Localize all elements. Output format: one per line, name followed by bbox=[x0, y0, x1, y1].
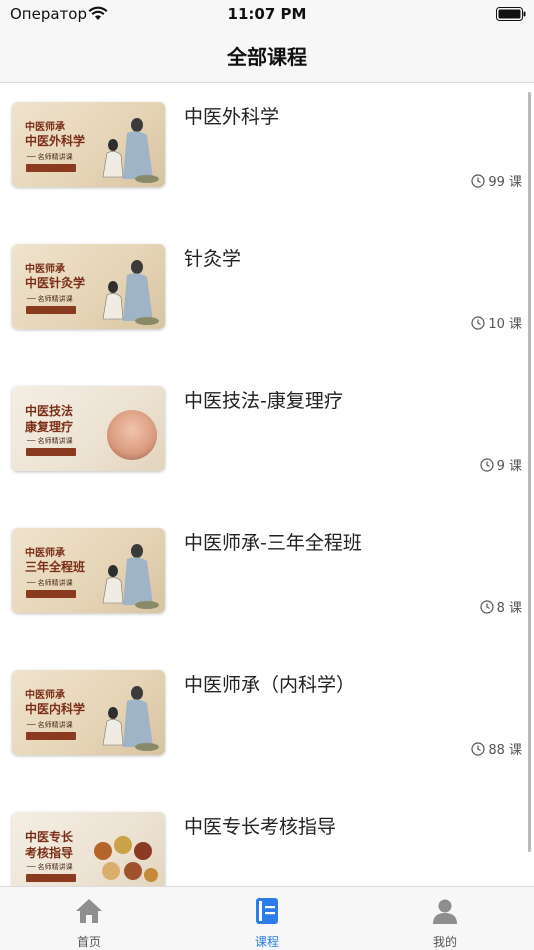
course-title: 中医师承-三年全程班 bbox=[184, 532, 362, 554]
tab-courses[interactable]: 课程 bbox=[178, 887, 356, 950]
scrollbar[interactable] bbox=[528, 92, 531, 852]
lesson-count: 9 课 bbox=[479, 455, 522, 474]
home-icon bbox=[76, 899, 102, 923]
course-thumbnail: 中医师承 中医外科学 ── 名师精讲课 bbox=[12, 102, 165, 187]
thumbnail-line1: 中医师承 bbox=[25, 122, 65, 133]
course-title: 针灸学 bbox=[184, 248, 242, 270]
thumbnail-subtitle: ── 名师精讲课 bbox=[27, 721, 73, 729]
status-bar: Оператор 11:07 PM bbox=[0, 0, 534, 30]
tab-label: 首页 bbox=[76, 935, 101, 949]
therapy-photo bbox=[107, 410, 157, 460]
course-item[interactable]: 中医技法 康复理疗 ── 名师精讲课 中医技法-康复理疗 9 课 bbox=[0, 368, 534, 510]
course-list[interactable]: 中医师承 中医外科学 ── 名师精讲课 中医外科学 99 课 中医师承 中医针灸… bbox=[0, 84, 534, 886]
lesson-count-text: 99 课 bbox=[488, 175, 522, 190]
lesson-count-text: 9 课 bbox=[496, 459, 522, 474]
battery-icon bbox=[496, 7, 526, 21]
page-title: 全部课程 bbox=[227, 45, 307, 69]
course-title: 中医技法-康复理疗 bbox=[184, 390, 343, 412]
lesson-count-text: 8 课 bbox=[496, 601, 522, 616]
tab-label: 我的 bbox=[432, 935, 457, 949]
course-item[interactable]: 中医师承 中医针灸学 ── 名师精讲课 针灸学 10 课 bbox=[0, 226, 534, 368]
physician-illustration bbox=[102, 544, 159, 609]
status-time: 11:07 PM bbox=[227, 5, 307, 23]
thumbnail-tag bbox=[26, 164, 76, 172]
course-item[interactable]: 中医专长 考核指导 ── 名师精讲课 中医专长考核指导 bbox=[0, 794, 534, 886]
course-title: 中医师承（内科学） bbox=[184, 674, 356, 696]
thumbnail-subtitle: ── 名师精讲课 bbox=[27, 295, 73, 303]
lesson-count: 10 课 bbox=[471, 313, 522, 332]
thumbnail-subtitle: ── 名师精讲课 bbox=[27, 153, 73, 161]
course-thumbnail: 中医师承 三年全程班 ── 名师精讲课 bbox=[12, 528, 165, 613]
physician-illustration bbox=[102, 260, 159, 325]
course-item[interactable]: 中医师承 三年全程班 ── 名师精讲课 中医师承-三年全程班 8 课 bbox=[0, 510, 534, 652]
thumbnail-line1: 中医专长 bbox=[25, 830, 74, 844]
tab-label: 课程 bbox=[254, 935, 279, 949]
thumbnail-line2: 考核指导 bbox=[25, 846, 74, 860]
herbs-illustration bbox=[94, 836, 158, 882]
thumbnail-tag bbox=[26, 732, 76, 740]
lesson-count: 99 课 bbox=[471, 171, 522, 190]
thumbnail-subtitle: ── 名师精讲课 bbox=[27, 437, 73, 445]
thumbnail-line2: 中医外科学 bbox=[25, 134, 86, 148]
clock-icon bbox=[471, 741, 485, 756]
course-item[interactable]: 中医师承 中医外科学 ── 名师精讲课 中医外科学 99 课 bbox=[0, 84, 534, 226]
thumbnail-line1: 中医师承 bbox=[25, 690, 65, 701]
thumbnail-subtitle: ── 名师精讲课 bbox=[27, 579, 73, 587]
physician-illustration bbox=[102, 118, 159, 183]
book-icon bbox=[256, 898, 278, 924]
clock-icon bbox=[479, 457, 494, 472]
thumbnail-line2: 康复理疗 bbox=[25, 420, 74, 434]
course-thumbnail: 中医技法 康复理疗 ── 名师精讲课 bbox=[12, 386, 165, 471]
lesson-count-text: 10 课 bbox=[488, 317, 522, 332]
thumbnail-subtitle: ── 名师精讲课 bbox=[27, 863, 73, 871]
lesson-count: 88 课 bbox=[471, 739, 522, 758]
physician-illustration bbox=[102, 686, 159, 751]
thumbnail-line2: 三年全程班 bbox=[25, 560, 86, 574]
course-title: 中医外科学 bbox=[184, 106, 280, 128]
course-thumbnail: 中医师承 中医针灸学 ── 名师精讲课 bbox=[12, 244, 165, 329]
thumbnail-tag bbox=[26, 448, 76, 456]
thumbnail-line1: 中医师承 bbox=[25, 548, 65, 559]
thumbnail-line1: 中医师承 bbox=[25, 264, 65, 275]
thumbnail-line1: 中医技法 bbox=[25, 404, 74, 418]
course-thumbnail: 中医专长 考核指导 ── 名师精讲课 bbox=[12, 812, 165, 886]
tab-home[interactable]: 首页 bbox=[0, 887, 178, 950]
user-icon bbox=[433, 899, 457, 924]
clock-icon bbox=[471, 315, 485, 330]
course-item[interactable]: 中医师承 中医内科学 ── 名师精讲课 中医师承（内科学） 88 课 bbox=[0, 652, 534, 794]
tab-mine[interactable]: 我的 bbox=[356, 887, 534, 950]
course-thumbnail: 中医师承 中医内科学 ── 名师精讲课 bbox=[12, 670, 165, 755]
clock-icon bbox=[479, 599, 494, 614]
thumbnail-tag bbox=[26, 590, 76, 598]
thumbnail-line2: 中医内科学 bbox=[25, 702, 86, 716]
clock-icon bbox=[471, 173, 485, 188]
navigation-bar: 全部课程 bbox=[0, 30, 534, 83]
thumbnail-tag bbox=[26, 874, 76, 882]
thumbnail-tag bbox=[26, 306, 76, 314]
lesson-count: 8 课 bbox=[479, 597, 522, 616]
tab-bar: 首页 课程 我的 bbox=[0, 886, 534, 950]
thumbnail-line2: 中医针灸学 bbox=[25, 276, 86, 290]
course-title: 中医专长考核指导 bbox=[184, 816, 337, 838]
lesson-count-text: 88 课 bbox=[488, 743, 522, 758]
